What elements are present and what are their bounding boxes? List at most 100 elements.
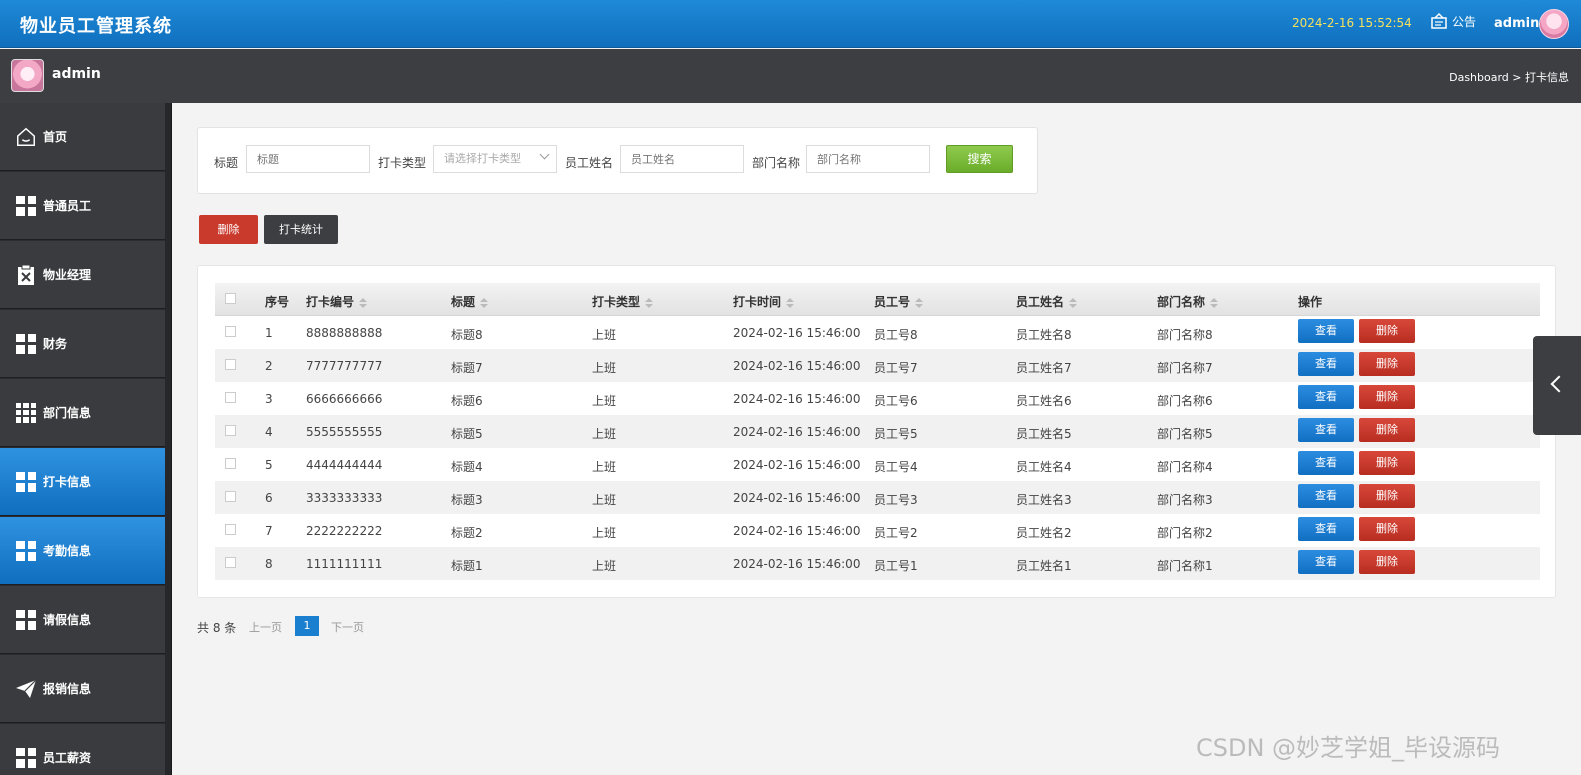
- title-input[interactable]: [246, 145, 370, 173]
- clipboard-icon: [15, 264, 37, 286]
- col-type[interactable]: 打卡类型: [592, 293, 654, 310]
- delete-button[interactable]: 删除: [1359, 484, 1415, 508]
- cell-title: 标题6: [451, 394, 483, 408]
- col-title[interactable]: 标题: [451, 293, 489, 310]
- cell-type: 上班: [592, 460, 617, 474]
- table-row: 7 2222222222 标题2 上班 2024-02-16 15:46:00 员工号2 员…: [215, 514, 1540, 547]
- notice-label: 公告: [1452, 14, 1477, 29]
- cell-employee-no: 员工号1: [874, 559, 918, 573]
- sort-icon: [1069, 297, 1078, 308]
- view-button[interactable]: 查看: [1298, 484, 1354, 508]
- delete-button[interactable]: 删除: [1359, 517, 1415, 541]
- sidebar-item-checkin[interactable]: 打卡信息: [0, 448, 167, 516]
- paper-plane-icon: [15, 678, 37, 700]
- row-checkbox[interactable]: [225, 491, 236, 502]
- select-all-checkbox[interactable]: [225, 293, 236, 304]
- delete-button[interactable]: 删除: [1359, 319, 1415, 343]
- table-row: 1 8888888888 标题8 上班 2024-02-16 15:46:00 员工号8 员…: [215, 316, 1540, 349]
- app-title: 物业员工管理系统: [20, 16, 172, 37]
- page-1-button[interactable]: 1: [295, 616, 319, 636]
- sidebar-item-label: 考勤信息: [43, 544, 92, 558]
- cell-index: 6: [265, 491, 273, 505]
- sidebar-item-reimbursement[interactable]: 报销信息: [0, 655, 167, 723]
- bulk-delete-button[interactable]: 删除: [199, 215, 258, 244]
- delete-button[interactable]: 删除: [1359, 352, 1415, 376]
- cell-time: 2024-02-16 15:46:00: [733, 524, 861, 538]
- cell-time: 2024-02-16 15:46:00: [733, 326, 861, 340]
- cell-time: 2024-02-16 15:46:00: [733, 359, 861, 373]
- sidebar-item-salary[interactable]: 员工薪资: [0, 724, 167, 775]
- cell-department: 部门名称5: [1157, 427, 1213, 441]
- cell-index: 7: [265, 524, 273, 538]
- col-time[interactable]: 打卡时间: [733, 293, 795, 310]
- col-employee-name[interactable]: 员工姓名: [1016, 293, 1078, 310]
- view-button[interactable]: 查看: [1298, 352, 1354, 376]
- header-user[interactable]: admin: [1494, 16, 1539, 31]
- sort-icon: [915, 297, 924, 308]
- row-checkbox[interactable]: [225, 326, 236, 337]
- delete-button[interactable]: 删除: [1359, 451, 1415, 475]
- view-button[interactable]: 查看: [1298, 418, 1354, 442]
- sidebar-item-department[interactable]: 部门信息: [0, 379, 167, 447]
- avatar[interactable]: [1539, 9, 1569, 39]
- checkin-stats-button[interactable]: 打卡统计: [264, 215, 338, 244]
- row-checkbox[interactable]: [225, 425, 236, 436]
- sidebar-item-manager[interactable]: 物业经理: [0, 241, 167, 309]
- view-button[interactable]: 查看: [1298, 319, 1354, 343]
- sidebar-item-label: 打卡信息: [43, 475, 92, 489]
- table-row: 4 5555555555 标题5 上班 2024-02-16 15:46:00 员工号5 员…: [215, 415, 1540, 448]
- row-checkbox[interactable]: [225, 458, 236, 469]
- sidebar-item-home[interactable]: 首页: [0, 103, 167, 171]
- cell-type: 上班: [592, 493, 617, 507]
- sidebar-scrollbar[interactable]: [165, 103, 171, 775]
- table-row: 5 4444444444 标题4 上班 2024-02-16 15:46:00 员工号4 员…: [215, 448, 1540, 481]
- sidebar-item-leave[interactable]: 请假信息: [0, 586, 167, 654]
- cell-time: 2024-02-16 15:46:00: [733, 425, 861, 439]
- cell-employee-name: 员工姓名4: [1016, 460, 1072, 474]
- col-department[interactable]: 部门名称: [1157, 293, 1219, 310]
- cell-checkin-no: 1111111111: [306, 557, 383, 571]
- sidebar-item-finance[interactable]: 财务: [0, 310, 167, 378]
- cell-employee-name: 员工姓名6: [1016, 394, 1072, 408]
- checkin-type-select[interactable]: 请选择打卡类型: [433, 145, 557, 173]
- sort-icon: [480, 297, 489, 308]
- row-checkbox[interactable]: [225, 557, 236, 568]
- sidebar-item-label: 财务: [43, 337, 68, 351]
- search-button[interactable]: 搜索: [946, 145, 1013, 173]
- cell-type: 上班: [592, 559, 617, 573]
- sidebar-username: admin: [52, 66, 101, 82]
- sort-icon: [1210, 297, 1219, 308]
- row-checkbox[interactable]: [225, 359, 236, 370]
- next-page-button[interactable]: 下一页: [331, 619, 364, 635]
- cell-title: 标题8: [451, 328, 483, 342]
- grid-icon: [15, 333, 37, 355]
- sort-icon: [359, 297, 368, 308]
- col-employee-no[interactable]: 员工号: [874, 293, 924, 310]
- row-checkbox[interactable]: [225, 392, 236, 403]
- delete-button[interactable]: 删除: [1359, 418, 1415, 442]
- table-row: 8 1111111111 标题1 上班 2024-02-16 15:46:00 员工号1 员…: [215, 547, 1540, 580]
- view-button[interactable]: 查看: [1298, 517, 1354, 541]
- department-input[interactable]: [806, 145, 930, 173]
- view-button[interactable]: 查看: [1298, 385, 1354, 409]
- sidebar-item-staff[interactable]: 普通员工: [0, 172, 167, 240]
- sidebar-item-label: 报销信息: [43, 682, 92, 696]
- prev-page-button[interactable]: 上一页: [249, 619, 282, 635]
- cell-type: 上班: [592, 427, 617, 441]
- cell-employee-no: 员工号6: [874, 394, 918, 408]
- row-checkbox[interactable]: [225, 524, 236, 535]
- employee-name-input[interactable]: [620, 145, 744, 173]
- cell-employee-no: 员工号7: [874, 361, 918, 375]
- side-panel-toggle[interactable]: [1533, 336, 1581, 435]
- notice-link[interactable]: 公告: [1430, 12, 1476, 30]
- grid-icon: [15, 540, 37, 562]
- col-checkin-no[interactable]: 打卡编号: [306, 293, 368, 310]
- cell-department: 部门名称1: [1157, 559, 1213, 573]
- delete-button[interactable]: 删除: [1359, 550, 1415, 574]
- sidebar-item-attendance[interactable]: 考勤信息: [0, 517, 167, 585]
- view-button[interactable]: 查看: [1298, 451, 1354, 475]
- view-button[interactable]: 查看: [1298, 550, 1354, 574]
- col-employee-name-label: 员工姓名: [1016, 295, 1065, 309]
- cell-title: 标题1: [451, 559, 483, 573]
- delete-button[interactable]: 删除: [1359, 385, 1415, 409]
